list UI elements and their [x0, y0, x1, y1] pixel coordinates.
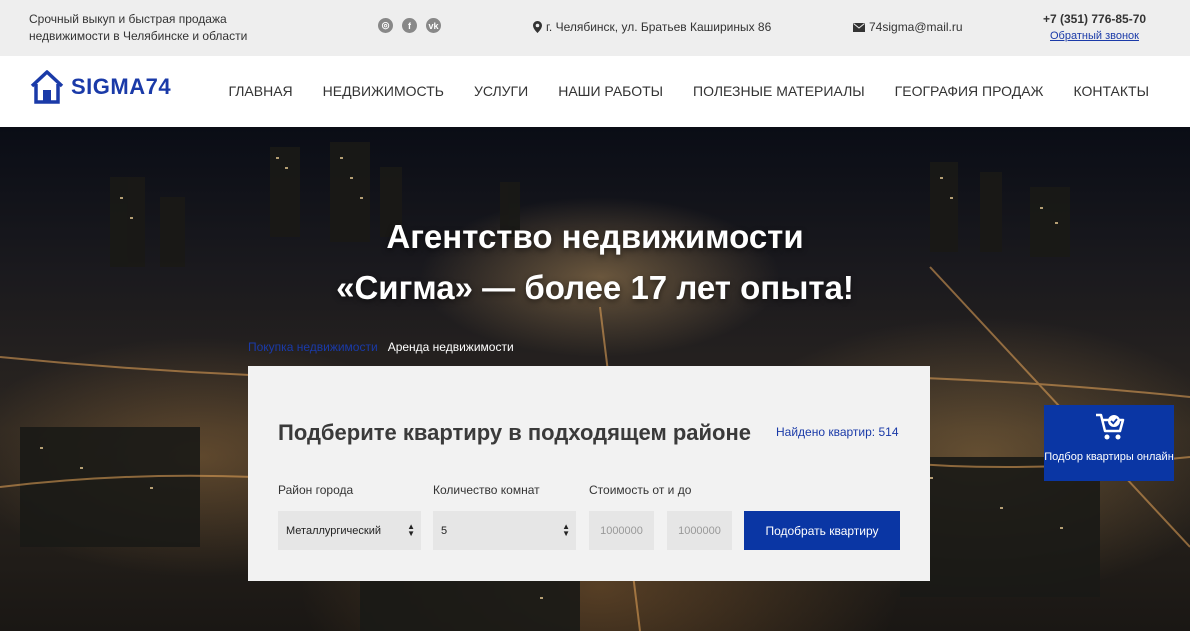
nav-item-home[interactable]: ГЛАВНАЯ [228, 83, 292, 99]
search-panel: Подберите квартиру в подходящем районе Н… [248, 366, 930, 581]
social-links: ◎ f vk [378, 18, 441, 33]
facebook-icon[interactable]: f [402, 18, 417, 33]
house-icon [30, 70, 64, 104]
nav-item-works[interactable]: НАШИ РАБОТЫ [558, 83, 663, 99]
envelope-icon [853, 22, 865, 32]
tagline: Срочный выкуп и быстрая продажа недвижим… [29, 12, 248, 43]
tab-buy[interactable]: Покупка недвижимости [248, 340, 378, 354]
nav-item-materials[interactable]: ПОЛЕЗНЫЕ МАТЕРИАЛЫ [693, 83, 865, 99]
address-text: г. Челябинск, ул. Братьев Кашириных 86 [546, 20, 772, 34]
address: г. Челябинск, ул. Братьев Кашириных 86 [533, 20, 771, 34]
hero-banner: Агентство недвижимости «Сигма» — более 1… [0, 127, 1190, 631]
rooms-label: Количество комнат [433, 483, 540, 497]
vk-icon[interactable]: vk [426, 18, 441, 33]
district-select[interactable]: Металлургический ▲ ▼ [278, 511, 421, 550]
price-from-input[interactable] [589, 511, 654, 550]
find-apartment-button[interactable]: Подобрать квартиру [744, 511, 900, 550]
search-title: Подберите квартиру в подходящем районе [278, 420, 751, 445]
district-label: Район города [278, 483, 354, 497]
nav-item-realty[interactable]: НЕДВИЖИМОСТЬ [323, 83, 444, 99]
online-selection-widget[interactable]: Подбор квартиры онлайн [1044, 405, 1174, 481]
phone-block: +7 (351) 776-85-70 Обратный звонок [1043, 12, 1163, 42]
nav-item-contacts[interactable]: КОНТАКТЫ [1073, 83, 1149, 99]
rooms-value: 5 [441, 524, 448, 537]
select-arrows-icon: ▲ ▼ [562, 522, 570, 538]
hero-title-line2: «Сигма» — более 17 лет опыта! [336, 269, 854, 306]
nav-item-geography[interactable]: ГЕОГРАФИЯ ПРОДАЖ [895, 83, 1044, 99]
instagram-icon[interactable]: ◎ [378, 18, 393, 33]
callback-link[interactable]: Обратный звонок [1050, 30, 1163, 42]
widget-label: Подбор квартиры онлайн [1044, 451, 1174, 463]
main-nav: ГЛАВНАЯ НЕДВИЖИМОСТЬ УСЛУГИ НАШИ РАБОТЫ … [228, 83, 1149, 99]
hero-title: Агентство недвижимости «Сигма» — более 1… [0, 211, 1190, 313]
district-value: Металлургический [286, 524, 382, 537]
header: SIGMA74 ГЛАВНАЯ НЕДВИЖИМОСТЬ УСЛУГИ НАШИ… [0, 56, 1190, 127]
nav-item-services[interactable]: УСЛУГИ [474, 83, 528, 99]
deal-type-tabs: Покупка недвижимости Аренда недвижимости [248, 340, 514, 354]
logo[interactable]: SIGMA74 [29, 69, 171, 105]
map-pin-icon [533, 21, 542, 33]
email[interactable]: 74sigma@mail.ru [853, 20, 963, 34]
found-count: Найдено квартир: 514 [776, 425, 899, 439]
tab-rent[interactable]: Аренда недвижимости [388, 340, 514, 354]
rooms-select[interactable]: 5 ▲ ▼ [433, 511, 576, 550]
email-text[interactable]: 74sigma@mail.ru [869, 20, 963, 34]
phone-number[interactable]: +7 (351) 776-85-70 [1043, 12, 1163, 26]
price-to-input[interactable] [667, 511, 732, 550]
hero-title-line1: Агентство недвижимости [386, 218, 804, 255]
price-label: Стоимость от и до [589, 483, 692, 497]
cart-icon [1096, 413, 1125, 440]
top-bar: Срочный выкуп и быстрая продажа недвижим… [0, 0, 1190, 56]
logo-text: SIGMA74 [71, 74, 172, 99]
select-arrows-icon: ▲ ▼ [407, 522, 415, 538]
